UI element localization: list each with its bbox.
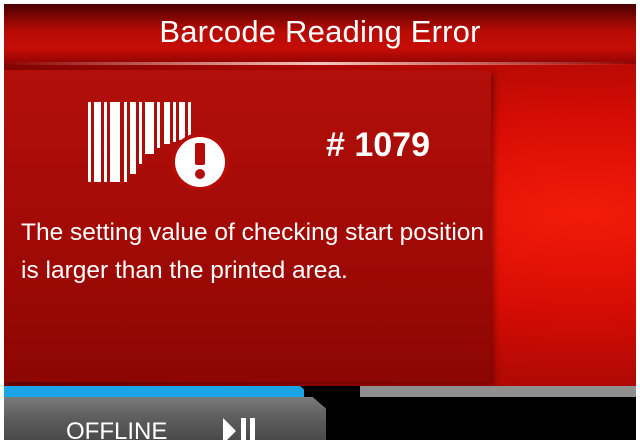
title-divider	[4, 62, 636, 65]
error-code: # 1079	[326, 126, 430, 164]
play-pause-icon[interactable]	[223, 418, 265, 440]
status-track	[360, 386, 636, 397]
status-label: OFFLINE	[66, 418, 168, 440]
title-bar: Barcode Reading Error	[4, 4, 636, 64]
online-offline-tab[interactable]: OFFLINE	[4, 397, 326, 440]
barcode-error-icon	[88, 102, 229, 190]
notch-pointer-icon	[300, 386, 360, 412]
error-message: The setting value of checking start posi…	[21, 219, 485, 284]
status-indicator-bar	[4, 386, 304, 397]
printer-display: Barcode Reading Error # 1079 The setting…	[4, 4, 636, 440]
error-title: Barcode Reading Error	[159, 14, 481, 49]
status-bar: OFFLINE	[4, 386, 636, 440]
error-screen: Barcode Reading Error # 1079 The setting…	[4, 4, 636, 386]
